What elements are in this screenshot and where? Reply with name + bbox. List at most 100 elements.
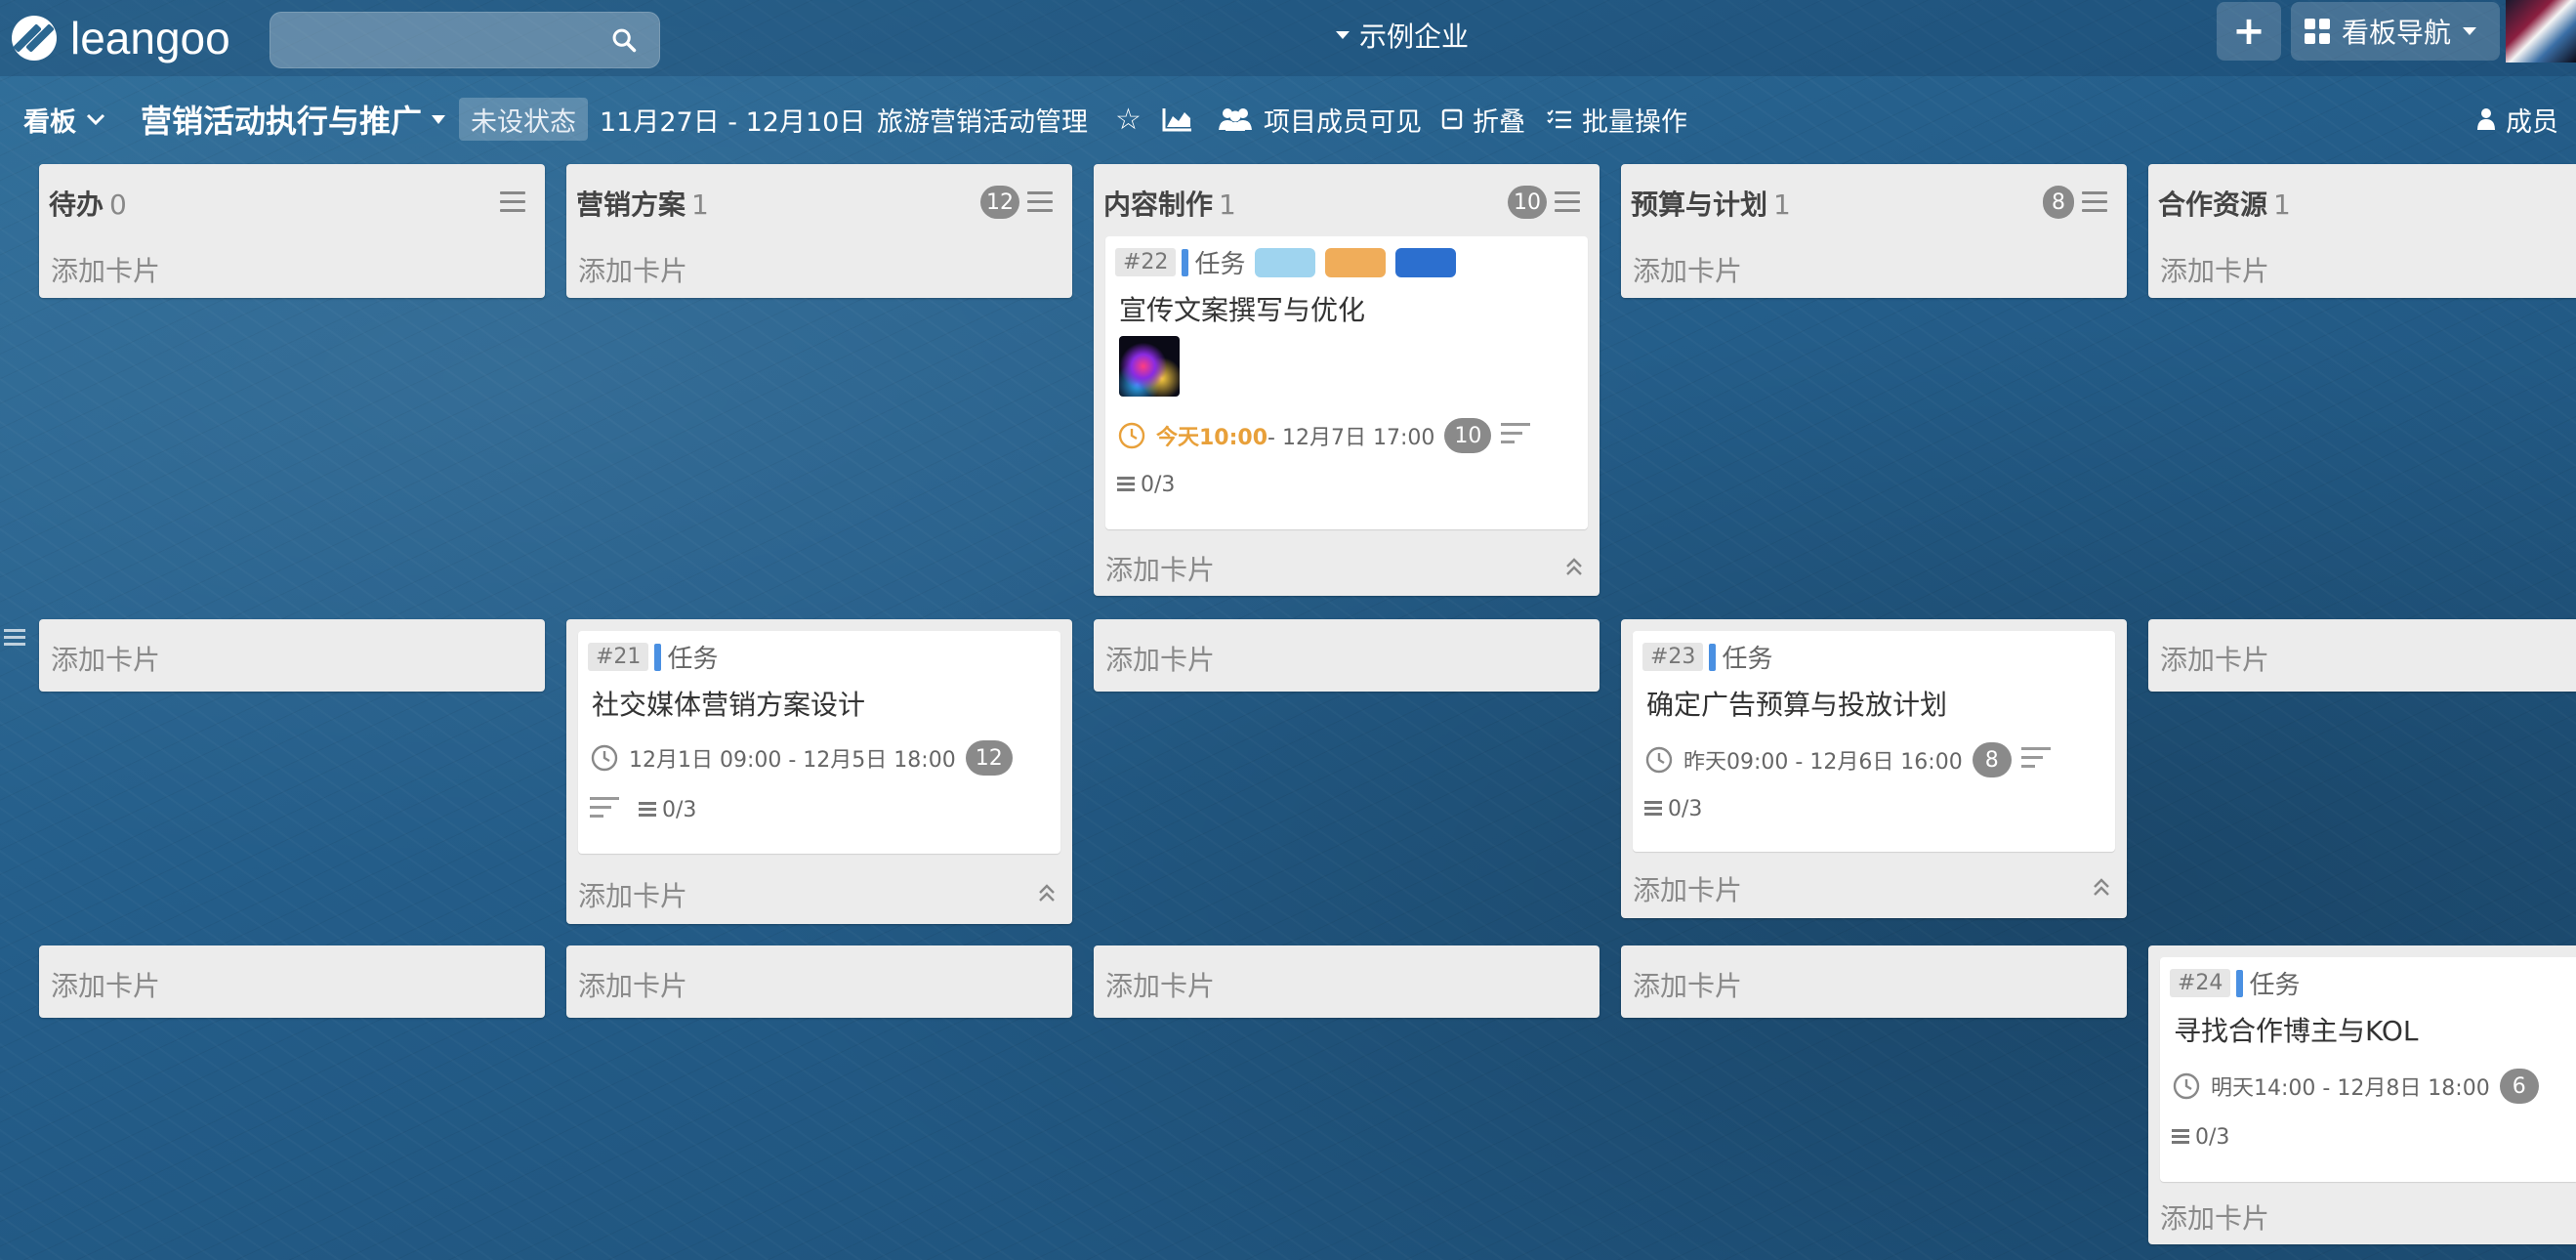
search-icon[interactable]	[610, 26, 638, 54]
list-header[interactable]: 待办 0	[49, 178, 535, 221]
card-time-row: 昨天09:00 - 12月6日 16:00 8	[1644, 742, 2051, 777]
lane-drag-handle-icon[interactable]	[4, 625, 25, 650]
add-card-button[interactable]: 添加卡片	[51, 965, 160, 1004]
status-badge[interactable]: 未设状态	[459, 98, 588, 141]
add-card-button[interactable]: 添加卡片	[51, 250, 160, 289]
card-type: 任务	[1194, 250, 1246, 279]
card-title: 确定广告预算与投放计划	[1646, 689, 1948, 721]
list-name: 合作资源	[2158, 189, 2268, 221]
add-card-button[interactable]: 添加卡片	[578, 875, 687, 914]
list-menu-icon[interactable]	[1555, 191, 1580, 218]
add-card-button[interactable]: 添加卡片	[2160, 639, 2269, 678]
collapse-up-icon[interactable]	[2092, 875, 2111, 899]
label-tag[interactable]	[1255, 247, 1316, 277]
fold-button[interactable]: 折叠	[1441, 100, 1525, 139]
label-tag[interactable]	[1395, 247, 1457, 277]
list-partner-resources: 合作资源 1 添加卡片	[2148, 164, 2576, 298]
description-icon	[590, 797, 619, 823]
lane3-budget-cell: 添加卡片	[1621, 945, 2127, 1018]
checklist-progress: 0/3	[590, 797, 696, 823]
date-range[interactable]: 11月27日 - 12月10日	[600, 100, 865, 139]
add-card-button[interactable]: 添加卡片	[2160, 1197, 2269, 1237]
board-menu[interactable]: 看板	[23, 100, 105, 139]
lane2-todo-cell: 添加卡片	[39, 619, 545, 692]
members-label: 成员	[2506, 106, 2558, 138]
time-end: - 12月7日 17:00	[1267, 426, 1435, 450]
card-time-row: 明天14:00 - 12月8日 18:00 6	[2172, 1069, 2539, 1104]
add-card-button[interactable]: 添加卡片	[1633, 250, 1742, 289]
list-name: 预算与计划	[1631, 189, 1768, 221]
list-header[interactable]: 内容制作 1 10	[1103, 178, 1590, 221]
checklist-count: 0/3	[1141, 473, 1176, 497]
card-image-thumbnail[interactable]	[1119, 336, 1180, 397]
list-menu-icon[interactable]	[500, 191, 525, 218]
avatar[interactable]	[2506, 0, 2576, 63]
batch-label: 批量操作	[1582, 106, 1687, 138]
story-points-badge: 6	[2499, 1069, 2539, 1104]
add-card-button[interactable]: 添加卡片	[578, 250, 687, 289]
list-header[interactable]: 合作资源 1	[2158, 178, 2566, 221]
list-menu-icon[interactable]	[1027, 191, 1053, 218]
add-card-button[interactable]: 添加卡片	[578, 965, 687, 1004]
list-marketing-plan: 营销方案 1 12 添加卡片	[566, 164, 1072, 298]
members-visibility[interactable]: 项目成员可见	[1217, 100, 1422, 139]
add-card-button[interactable]: 添加卡片	[1105, 639, 1215, 678]
type-color-bar	[1709, 643, 1717, 671]
type-color-bar	[2236, 969, 2244, 997]
type-color-bar	[1182, 248, 1189, 276]
card-type: 任务	[1722, 645, 1773, 674]
checklist-icon	[1547, 109, 1571, 129]
board-title[interactable]: 营销活动执行与推广	[141, 100, 446, 140]
collapse-box-icon	[1441, 108, 1463, 130]
card-21[interactable]: #21 任务 社交媒体营销方案设计 12月1日 09:00 - 12月5日 18…	[578, 631, 1060, 854]
list-header[interactable]: 预算与计划 1 8	[1631, 178, 2117, 221]
add-card-button[interactable]: 添加卡片	[1633, 869, 1742, 908]
time-start-today: 今天10:00	[1156, 426, 1268, 450]
search-input[interactable]	[270, 12, 660, 68]
card-id: #24	[2170, 969, 2231, 997]
add-card-button[interactable]: 添加卡片	[2160, 250, 2269, 289]
add-card-button[interactable]: 添加卡片	[51, 639, 160, 678]
caret-down-icon	[2463, 27, 2477, 35]
card-time-row: 今天10:00 - 12月7日 17:00 10	[1117, 418, 1531, 453]
logo[interactable]: leangoo	[12, 10, 230, 66]
checklist-count: 0/3	[662, 798, 697, 822]
checklist-icon	[1117, 476, 1135, 494]
list-content-production: 内容制作 1 10 #22 任务 宣传文案撰写与优化 今天10:00 - 12月7…	[1094, 164, 1600, 596]
card-id: #22	[1115, 248, 1177, 276]
board-nav-button[interactable]: 看板导航	[2291, 2, 2500, 61]
add-button[interactable]: +	[2217, 2, 2281, 61]
card-23[interactable]: #23 任务 确定广告预算与投放计划 昨天09:00 - 12月6日 16:00…	[1633, 631, 2115, 852]
story-points-badge: 12	[965, 740, 1013, 776]
list-menu-icon[interactable]	[2082, 191, 2107, 218]
label-tag[interactable]	[1325, 247, 1387, 277]
add-card-button[interactable]: 添加卡片	[1105, 965, 1215, 1004]
card-22[interactable]: #22 任务 宣传文案撰写与优化 今天10:00 - 12月7日 17:00 1…	[1105, 236, 1588, 529]
members-button[interactable]: 成员	[2476, 100, 2558, 139]
list-todo: 待办 0 添加卡片	[39, 164, 545, 298]
description-icon	[1501, 422, 1531, 449]
list-count: 1	[1219, 189, 1236, 221]
project-link[interactable]: 旅游营销活动管理	[877, 100, 1088, 139]
clock-icon	[1118, 422, 1145, 449]
chart-icon[interactable]	[1162, 100, 1193, 139]
caret-down-icon	[1336, 31, 1350, 39]
add-card-button[interactable]: 添加卡片	[1105, 549, 1215, 588]
batch-button[interactable]: 批量操作	[1547, 100, 1687, 139]
members-visibility-label: 项目成员可见	[1264, 106, 1422, 138]
users-icon	[1219, 108, 1252, 131]
card-id: #21	[588, 643, 649, 671]
add-card-button[interactable]: 添加卡片	[1633, 965, 1742, 1004]
card-meta: #24 任务	[2170, 965, 2300, 1001]
collapse-up-icon[interactable]	[1564, 555, 1584, 578]
star-icon[interactable]: ☆	[1115, 100, 1142, 139]
list-header[interactable]: 营销方案 1 12	[576, 178, 1062, 221]
story-points-badge: 10	[1444, 418, 1492, 453]
checklist-icon	[1644, 800, 1662, 819]
lane2-content-cell: 添加卡片	[1094, 619, 1600, 692]
collapse-up-icon[interactable]	[1037, 881, 1057, 904]
org-switcher[interactable]: 示例企业	[1336, 14, 1469, 57]
clock-icon	[2173, 1072, 2200, 1100]
list-count: 1	[691, 189, 709, 221]
card-24[interactable]: #24 任务 寻找合作博主与KOL 明天14:00 - 12月8日 18:00 …	[2160, 957, 2576, 1182]
